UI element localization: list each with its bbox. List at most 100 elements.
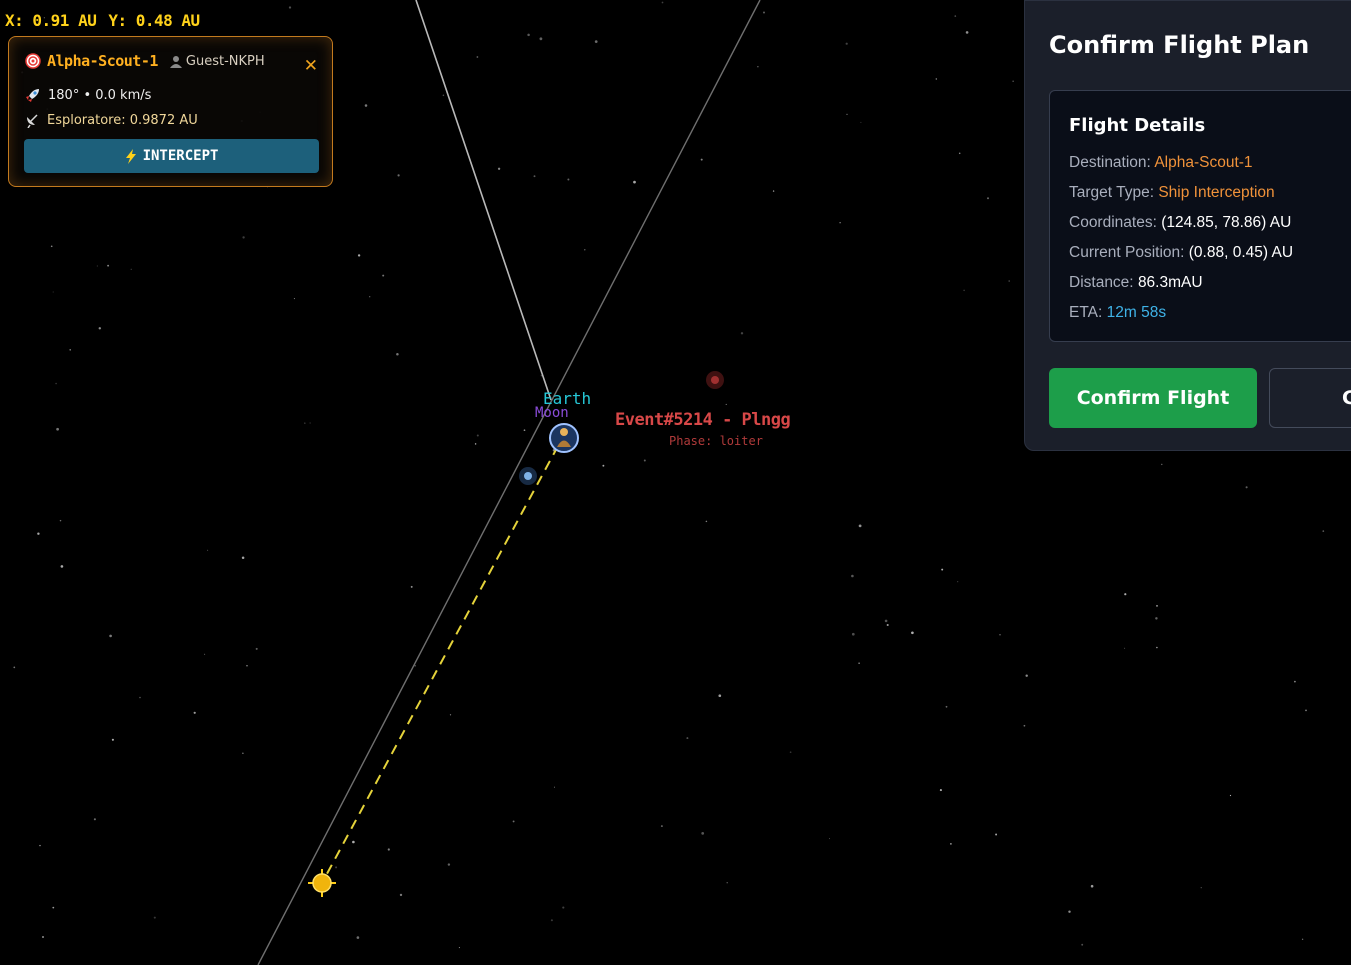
star	[107, 264, 110, 267]
target-info-card: Alpha-Scout-1 Guest-NKPH ✕ 180° • 0.0 km…	[8, 36, 333, 187]
star	[364, 104, 368, 107]
detail-eta: ETA: 12m 58s	[1069, 304, 1166, 322]
detail-value: (0.88, 0.45) AU	[1188, 244, 1294, 261]
star	[1008, 280, 1010, 282]
star	[1081, 943, 1084, 946]
heading-speed: 180° • 0.0 km/s	[48, 88, 152, 103]
detail-value: 12m 58s	[1106, 304, 1167, 321]
explorer-distance: Esploratore: 0.9872 AU	[47, 113, 198, 128]
star	[357, 254, 361, 257]
star	[567, 178, 570, 181]
intercept-button[interactable]: INTERCEPT	[24, 139, 319, 173]
star	[399, 893, 403, 897]
moon-label[interactable]: Moon	[535, 405, 569, 421]
star	[447, 863, 451, 866]
star	[533, 175, 536, 178]
star	[476, 434, 479, 437]
star	[705, 520, 708, 523]
detail-key: Coordinates:	[1069, 214, 1157, 231]
star	[661, 1, 664, 4]
star	[1156, 646, 1158, 649]
star	[1068, 910, 1071, 913]
star	[858, 524, 862, 528]
detail-distance: Distance: 86.3mAU	[1069, 274, 1203, 292]
star	[701, 832, 705, 835]
star	[860, 121, 862, 123]
star	[1322, 530, 1325, 532]
details-title: Flight Details	[1069, 115, 1206, 136]
star	[410, 585, 413, 588]
intercept-label: INTERCEPT	[142, 148, 219, 164]
star	[939, 789, 942, 792]
close-icon[interactable]: ✕	[304, 56, 318, 76]
star	[553, 786, 556, 788]
star	[686, 737, 689, 740]
star	[789, 751, 792, 754]
star	[111, 738, 114, 741]
star	[965, 31, 969, 34]
cancel-button[interactable]: Cancel	[1269, 368, 1351, 428]
star	[442, 94, 445, 97]
star	[1229, 794, 1232, 797]
detail-destination: Destination: Alpha-Scout-1	[1069, 154, 1253, 172]
star	[957, 581, 959, 583]
star	[449, 714, 452, 716]
star	[1155, 617, 1158, 620]
star	[1305, 709, 1307, 712]
star	[55, 382, 57, 385]
star	[382, 274, 385, 277]
star	[98, 327, 102, 330]
detail-current-position: Current Position: (0.88, 0.45) AU	[1069, 244, 1293, 262]
star	[1025, 674, 1028, 677]
target-header: Alpha-Scout-1 Guest-NKPH	[25, 52, 265, 70]
star	[309, 422, 311, 424]
star	[293, 298, 295, 300]
star	[1124, 647, 1126, 649]
star	[397, 174, 400, 177]
star	[497, 167, 501, 170]
star	[288, 6, 292, 9]
confirm-flight-button[interactable]: Confirm Flight	[1049, 368, 1257, 428]
detail-key: Target Type:	[1069, 184, 1155, 201]
star	[602, 464, 605, 467]
sun-icon[interactable]	[308, 869, 336, 897]
satellite-icon	[27, 114, 38, 128]
user-icon	[169, 55, 182, 68]
star	[995, 833, 998, 836]
star	[886, 623, 889, 627]
star	[1245, 486, 1248, 489]
event-label[interactable]: Event#5214 - Plngg	[615, 410, 791, 430]
star	[241, 556, 245, 559]
star	[242, 752, 244, 754]
flight-route-line	[321, 445, 559, 884]
star	[369, 296, 371, 298]
star	[718, 694, 722, 698]
player-ship-avatar[interactable]	[549, 423, 579, 453]
star	[958, 152, 961, 155]
star	[740, 332, 744, 335]
star	[93, 818, 96, 821]
star	[839, 222, 841, 224]
star	[52, 291, 54, 293]
star	[304, 422, 306, 424]
star	[884, 619, 888, 623]
cursor-coordinates: X: 0.91 AU Y: 0.48 AU	[5, 11, 212, 30]
star	[39, 844, 41, 847]
detail-value: 86.3mAU	[1137, 274, 1203, 291]
star	[1156, 605, 1158, 607]
target-icon	[25, 53, 41, 69]
star	[56, 427, 59, 431]
confirm-flight-panel: Confirm Flight Plan Flight Details Desti…	[1024, 0, 1351, 451]
star	[1301, 938, 1304, 940]
detail-value: Ship Interception	[1158, 184, 1275, 201]
star	[1200, 887, 1202, 889]
star	[963, 289, 965, 292]
star	[911, 631, 914, 635]
star	[512, 820, 515, 823]
coord-x: X: 0.91 AU	[5, 11, 97, 30]
star	[60, 565, 64, 568]
detail-value: Alpha-Scout-1	[1154, 154, 1253, 171]
event-marker[interactable]	[711, 376, 719, 384]
star	[700, 158, 703, 161]
star	[584, 249, 586, 251]
